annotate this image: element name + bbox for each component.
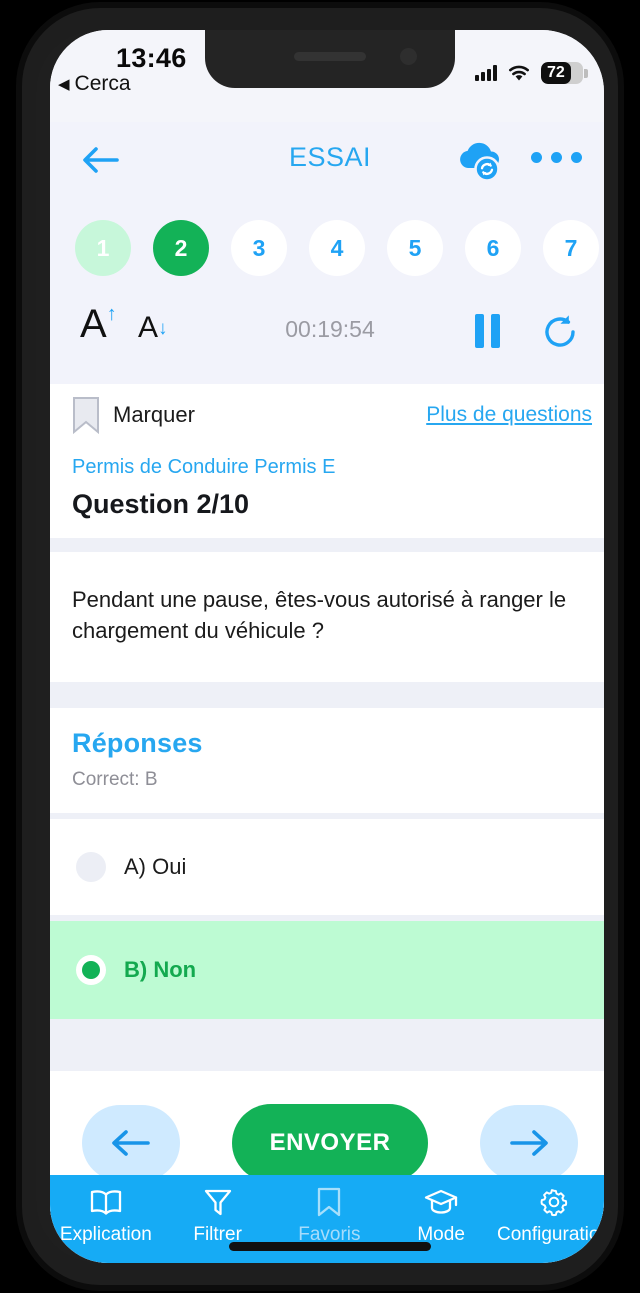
correct-answer-note: Correct: B	[72, 769, 158, 791]
more-options-button[interactable]	[531, 152, 582, 163]
tab-configuration[interactable]: Configuration	[497, 1187, 604, 1246]
question-pill-3[interactable]: 3	[231, 220, 287, 276]
cellular-signal-icon	[475, 65, 497, 81]
question-pill-list: 1 2 3 4 5 6 7	[50, 206, 604, 290]
question-content: Marquer Plus de questions Permis de Cond…	[50, 384, 604, 1263]
back-triangle-icon: ◀	[58, 76, 70, 93]
pause-bar	[475, 314, 484, 348]
question-meta: Permis de Conduire Permis E Question 2/1…	[50, 446, 604, 538]
question-pill-7[interactable]: 7	[543, 220, 599, 276]
next-question-button[interactable]	[480, 1105, 578, 1182]
answer-option-a[interactable]: A) Oui	[50, 819, 604, 916]
status-time: 13:46	[116, 43, 187, 73]
front-camera	[400, 48, 417, 65]
submit-button[interactable]: ENVOYER	[231, 1104, 429, 1183]
pause-bar	[491, 314, 500, 348]
restart-button[interactable]	[540, 312, 580, 357]
pill-label: 1	[96, 234, 110, 261]
tab-mode[interactable]: Mode	[385, 1187, 497, 1246]
pill-label: 7	[564, 234, 578, 261]
tab-filtrer[interactable]: Filtrer	[162, 1187, 274, 1246]
section-divider	[50, 682, 604, 709]
pill-label: 6	[486, 234, 500, 261]
section-divider	[50, 538, 604, 552]
pill-label: 4	[330, 234, 344, 261]
battery-icon: 72	[541, 62, 583, 84]
home-indicator[interactable]	[229, 1242, 431, 1251]
pause-button[interactable]	[475, 314, 500, 348]
question-number: Question 2/10	[72, 489, 250, 519]
gear-icon	[540, 1189, 567, 1217]
speaker-slot	[294, 52, 366, 61]
mark-question-button[interactable]: Marquer	[72, 396, 195, 434]
question-pill-2[interactable]: 2	[153, 220, 209, 276]
answer-option-b[interactable]: B) Non	[50, 921, 604, 1020]
more-dot	[531, 152, 542, 163]
tab-label: Configuration	[497, 1224, 604, 1245]
pill-label: 3	[252, 234, 266, 261]
pill-label: 2	[174, 234, 188, 261]
question-pill-5[interactable]: 5	[387, 220, 443, 276]
question-pill-4[interactable]: 4	[309, 220, 365, 276]
arrow-left-icon	[112, 1130, 150, 1157]
pill-label: 5	[408, 234, 422, 261]
notch	[205, 30, 455, 88]
app-screen: 13:46 ◀ Cerca 72 ESSAI 1 2 3 4 5 6 7 A ↑…	[50, 30, 604, 1263]
page-title: ESSAI	[288, 142, 372, 172]
more-dot	[571, 152, 582, 163]
question-text: Pendant une pause, êtes-vous autorisé à …	[50, 552, 604, 683]
cloud-sync-icon	[460, 142, 500, 182]
wifi-icon	[509, 65, 529, 80]
mark-row: Marquer Plus de questions	[50, 384, 604, 446]
answer-label: B) Non	[124, 957, 197, 983]
question-toolbar: A ↑ A ↓ 00:19:54	[50, 292, 604, 376]
funnel-icon	[204, 1189, 231, 1216]
more-dot	[551, 152, 562, 163]
app-header: ESSAI 1 2 3 4 5 6 7 A ↑ A ↓ 00:19:54	[50, 122, 604, 384]
nav-bar: ESSAI	[50, 122, 604, 198]
section-divider	[50, 1019, 604, 1072]
radio-selected-icon	[76, 955, 106, 986]
refresh-icon	[545, 315, 575, 347]
phone-screen-bezel: 13:46 ◀ Cerca 72 ESSAI 1 2 3 4 5 6 7 A ↑…	[36, 30, 604, 1263]
phone-frame: 13:46 ◀ Cerca 72 ESSAI 1 2 3 4 5 6 7 A ↑…	[22, 8, 618, 1285]
bookmark-icon	[73, 397, 99, 434]
graduation-cap-icon	[424, 1189, 458, 1214]
battery-level: 72	[547, 64, 565, 81]
question-pill-6[interactable]: 6	[465, 220, 521, 276]
tab-label: Explication	[59, 1224, 152, 1245]
question-category: Permis de Conduire Permis E	[72, 456, 336, 478]
tab-explication[interactable]: Explication	[50, 1187, 162, 1246]
question-pill-1[interactable]: 1	[75, 220, 131, 276]
status-back-to-app[interactable]: ◀ Cerca	[58, 72, 131, 96]
more-questions-link[interactable]: Plus de questions	[426, 403, 592, 427]
bookmark-icon	[318, 1187, 341, 1217]
mark-label: Marquer	[113, 402, 195, 427]
tab-favoris[interactable]: Favoris	[274, 1187, 386, 1246]
status-back-label: Cerca	[74, 72, 131, 95]
arrow-right-icon	[510, 1130, 548, 1157]
book-icon	[90, 1190, 122, 1215]
radio-unselected-icon	[76, 852, 106, 883]
previous-question-button[interactable]	[82, 1105, 180, 1182]
cloud-sync-button[interactable]	[454, 138, 506, 189]
answers-heading: Réponses	[72, 728, 203, 759]
answer-label: A) Oui	[124, 854, 187, 880]
status-indicators: 72	[475, 62, 588, 84]
answers-header: Réponses Correct: B	[50, 708, 604, 814]
exam-timer: 00:19:54	[285, 316, 375, 342]
